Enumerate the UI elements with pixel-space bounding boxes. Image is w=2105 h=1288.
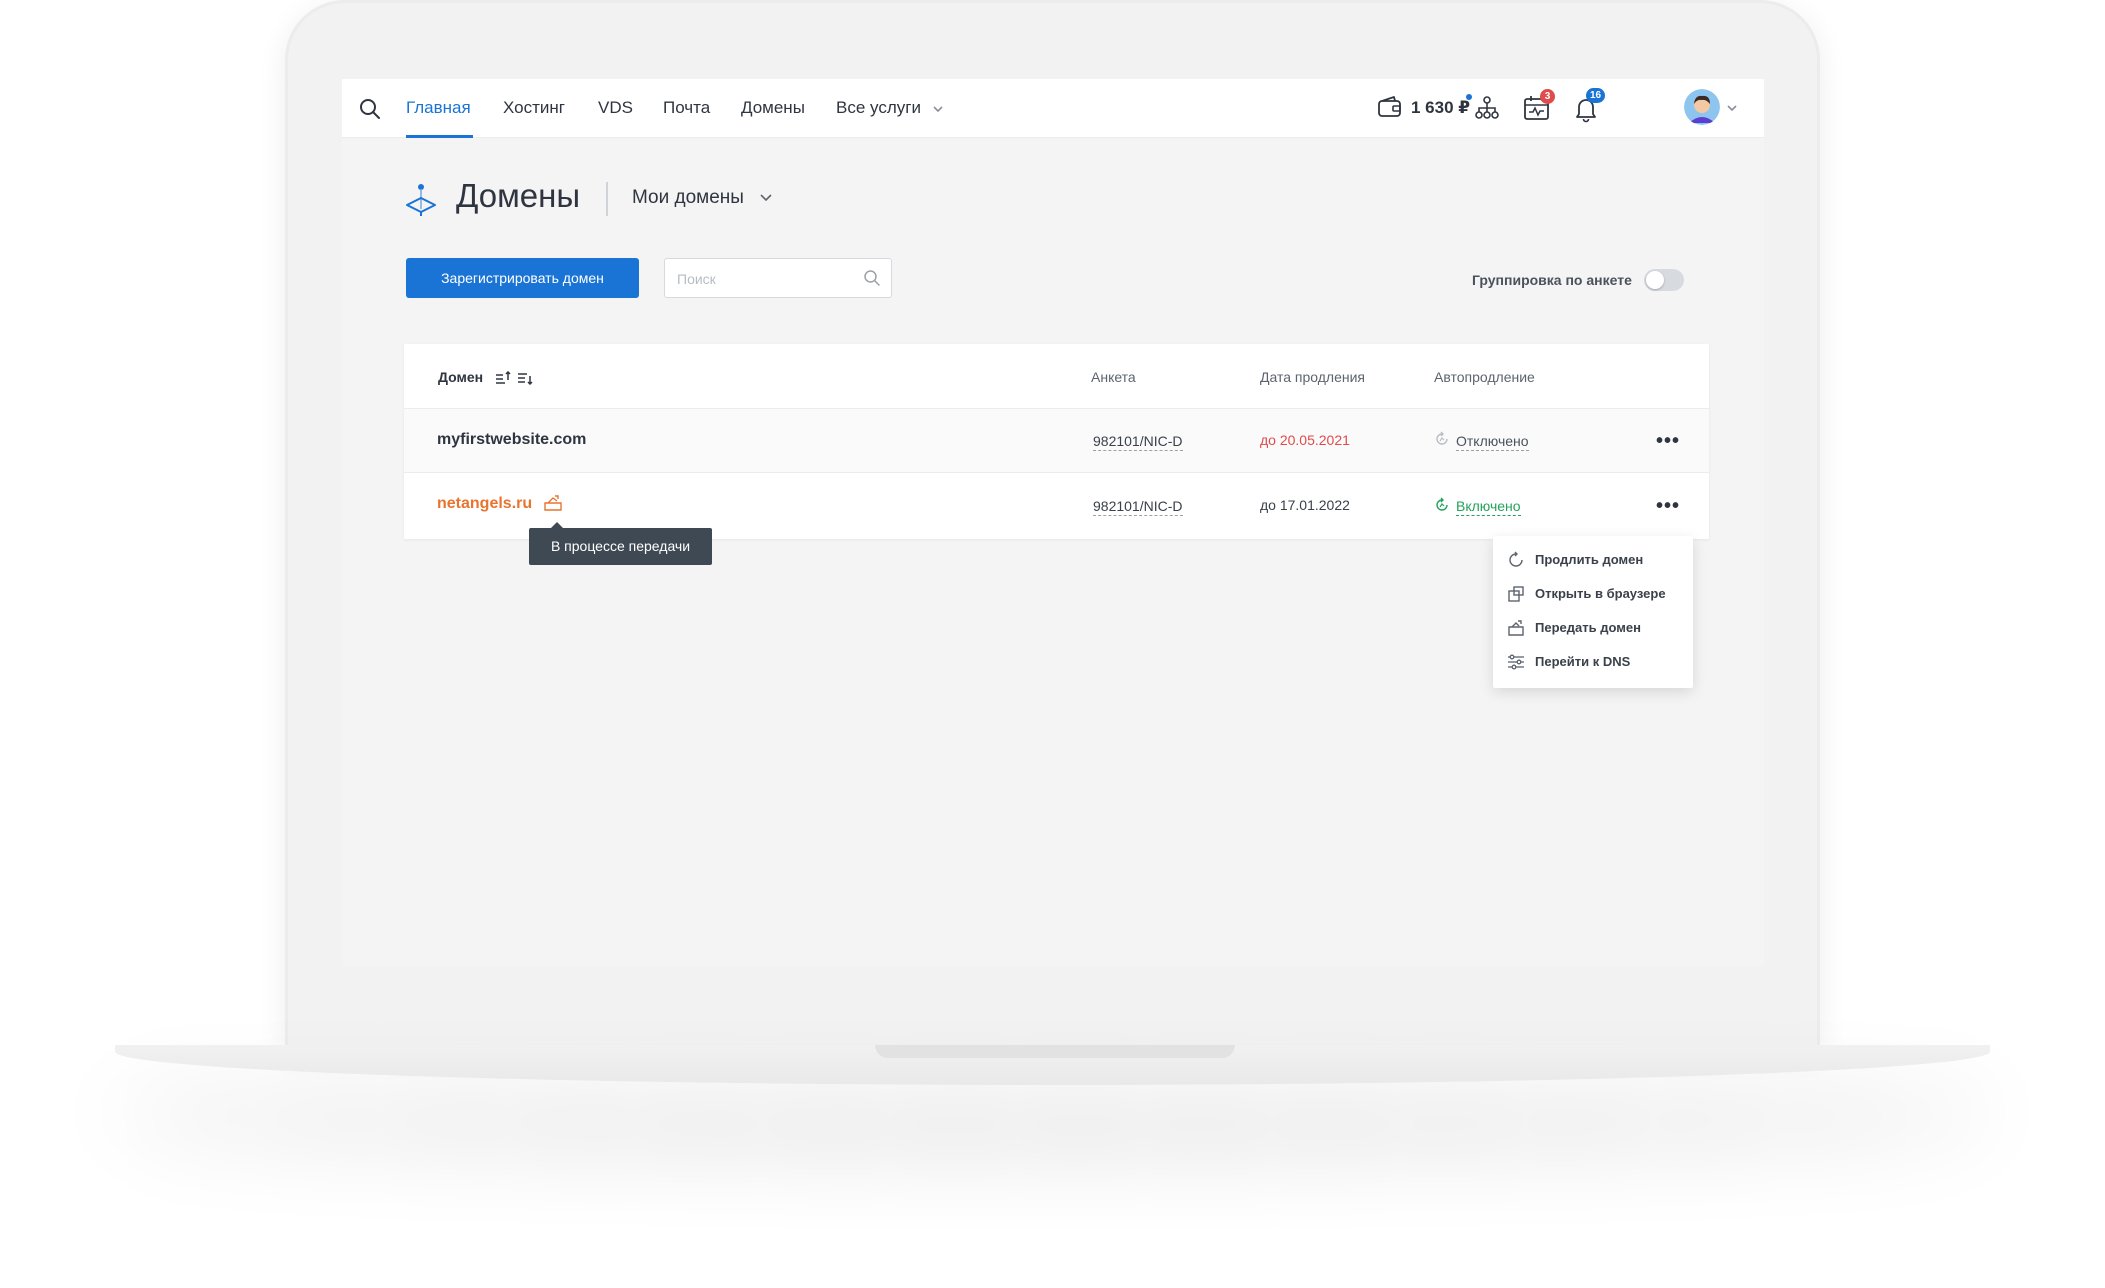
domains-icon (406, 184, 436, 216)
autorenew-on-icon (1436, 497, 1448, 511)
transfer-icon (1508, 620, 1524, 636)
page-title: Домены (456, 177, 581, 214)
title-separator (606, 182, 608, 216)
row-actions-icon[interactable]: ••• (1656, 431, 1680, 451)
chevron-down-icon (760, 194, 772, 202)
menu-item-go-to-dns[interactable]: Перейти к DNS (1507, 650, 1687, 674)
toggle-knob (1646, 271, 1664, 289)
menu-item-label: Продлить домен (1535, 552, 1644, 567)
renew-icon (1509, 551, 1523, 567)
menu-item-label: Открыть в браузере (1535, 586, 1666, 601)
menu-item-label: Перейти к DNS (1535, 654, 1631, 669)
domain-search-field[interactable] (664, 258, 892, 298)
notifications-badge: 16 (1586, 88, 1606, 103)
renewal-date: до 17.01.2022 (1260, 497, 1350, 513)
row-context-menu: Продлить домен Открыть в браузере Переда… (1493, 536, 1693, 688)
menu-item-label: Передать домен (1535, 620, 1641, 635)
column-header-renewal-date: Дата продления (1260, 369, 1365, 385)
app-screen: Главная Хостинг VDS Почта Домены Все усл… (342, 79, 1764, 966)
team-structure-icon[interactable] (1472, 93, 1502, 123)
search-input[interactable] (677, 268, 857, 290)
grouping-toggle[interactable] (1644, 269, 1684, 291)
register-domain-button[interactable]: Зарегистрировать домен (406, 258, 639, 298)
table-row[interactable]: myfirstwebsite.com 982101/NIC-D до 20.05… (404, 408, 1709, 472)
nav-active-underline (406, 135, 473, 138)
search-icon[interactable] (863, 269, 881, 287)
search-icon[interactable] (358, 97, 382, 121)
profile-link[interactable]: 982101/NIC-D (1093, 433, 1183, 451)
laptop-notch (875, 1045, 1235, 1058)
table-row[interactable]: netangels.ru 982101/NIC-D до 17.01.2022 … (404, 472, 1709, 536)
nav-item-all-services-label: Все услуги (836, 98, 921, 117)
transfer-in-progress-icon[interactable] (543, 494, 563, 512)
wallet-icon[interactable] (1377, 94, 1403, 120)
nav-item-domains[interactable]: Домены (741, 98, 805, 118)
menu-item-renew-domain[interactable]: Продлить домен (1507, 548, 1687, 572)
nav-item-all-services[interactable]: Все услуги (836, 98, 944, 118)
profile-link[interactable]: 982101/NIC-D (1093, 498, 1183, 516)
column-header-autorenew: Автопродление (1434, 369, 1535, 385)
open-external-icon (1508, 586, 1524, 602)
column-header-profile: Анкета (1091, 369, 1136, 385)
autorenew-off-icon (1436, 431, 1448, 445)
menu-item-transfer-domain[interactable]: Передать домен (1507, 616, 1687, 640)
avatar-icon (1684, 89, 1720, 125)
user-avatar[interactable] (1684, 89, 1720, 125)
domain-name[interactable]: myfirstwebsite.com (437, 431, 586, 449)
profile-chevron-down-icon[interactable] (1726, 104, 1738, 112)
calendar-badge: 3 (1540, 89, 1555, 104)
renewal-date: до 20.05.2021 (1260, 432, 1350, 448)
sort-ascending-icon[interactable] (495, 371, 511, 385)
autorenew-toggle-link[interactable]: Отключено (1456, 433, 1529, 451)
domains-filter-dropdown[interactable]: Мои домены (632, 187, 773, 209)
column-header-domain[interactable]: Домен (438, 369, 533, 386)
nav-item-hosting[interactable]: Хостинг (503, 98, 565, 118)
top-navigation: Главная Хостинг VDS Почта Домены Все усл… (342, 79, 1764, 138)
domain-name[interactable]: netangels.ru (437, 495, 532, 513)
autorenew-toggle-link[interactable]: Включено (1456, 498, 1521, 516)
account-balance[interactable]: 1 630 ₽ (1411, 98, 1470, 118)
transfer-status-tooltip: В процессе передачи (529, 522, 712, 565)
column-header-domain-label: Домен (438, 369, 484, 385)
domains-table: Домен Анкета Дата продления Автопродлени… (404, 344, 1709, 539)
nav-item-home[interactable]: Главная (406, 98, 471, 118)
grouping-label: Группировка по анкете (1472, 272, 1632, 288)
domains-filter-label: Мои домены (632, 187, 744, 208)
nav-item-mail[interactable]: Почта (663, 98, 710, 118)
sort-descending-icon[interactable] (517, 371, 533, 386)
menu-item-open-in-browser[interactable]: Открыть в браузере (1507, 582, 1687, 606)
nav-item-vds[interactable]: VDS (598, 98, 633, 118)
row-actions-icon[interactable]: ••• (1656, 496, 1680, 516)
dns-settings-icon (1508, 654, 1524, 670)
chevron-down-icon (933, 105, 943, 112)
